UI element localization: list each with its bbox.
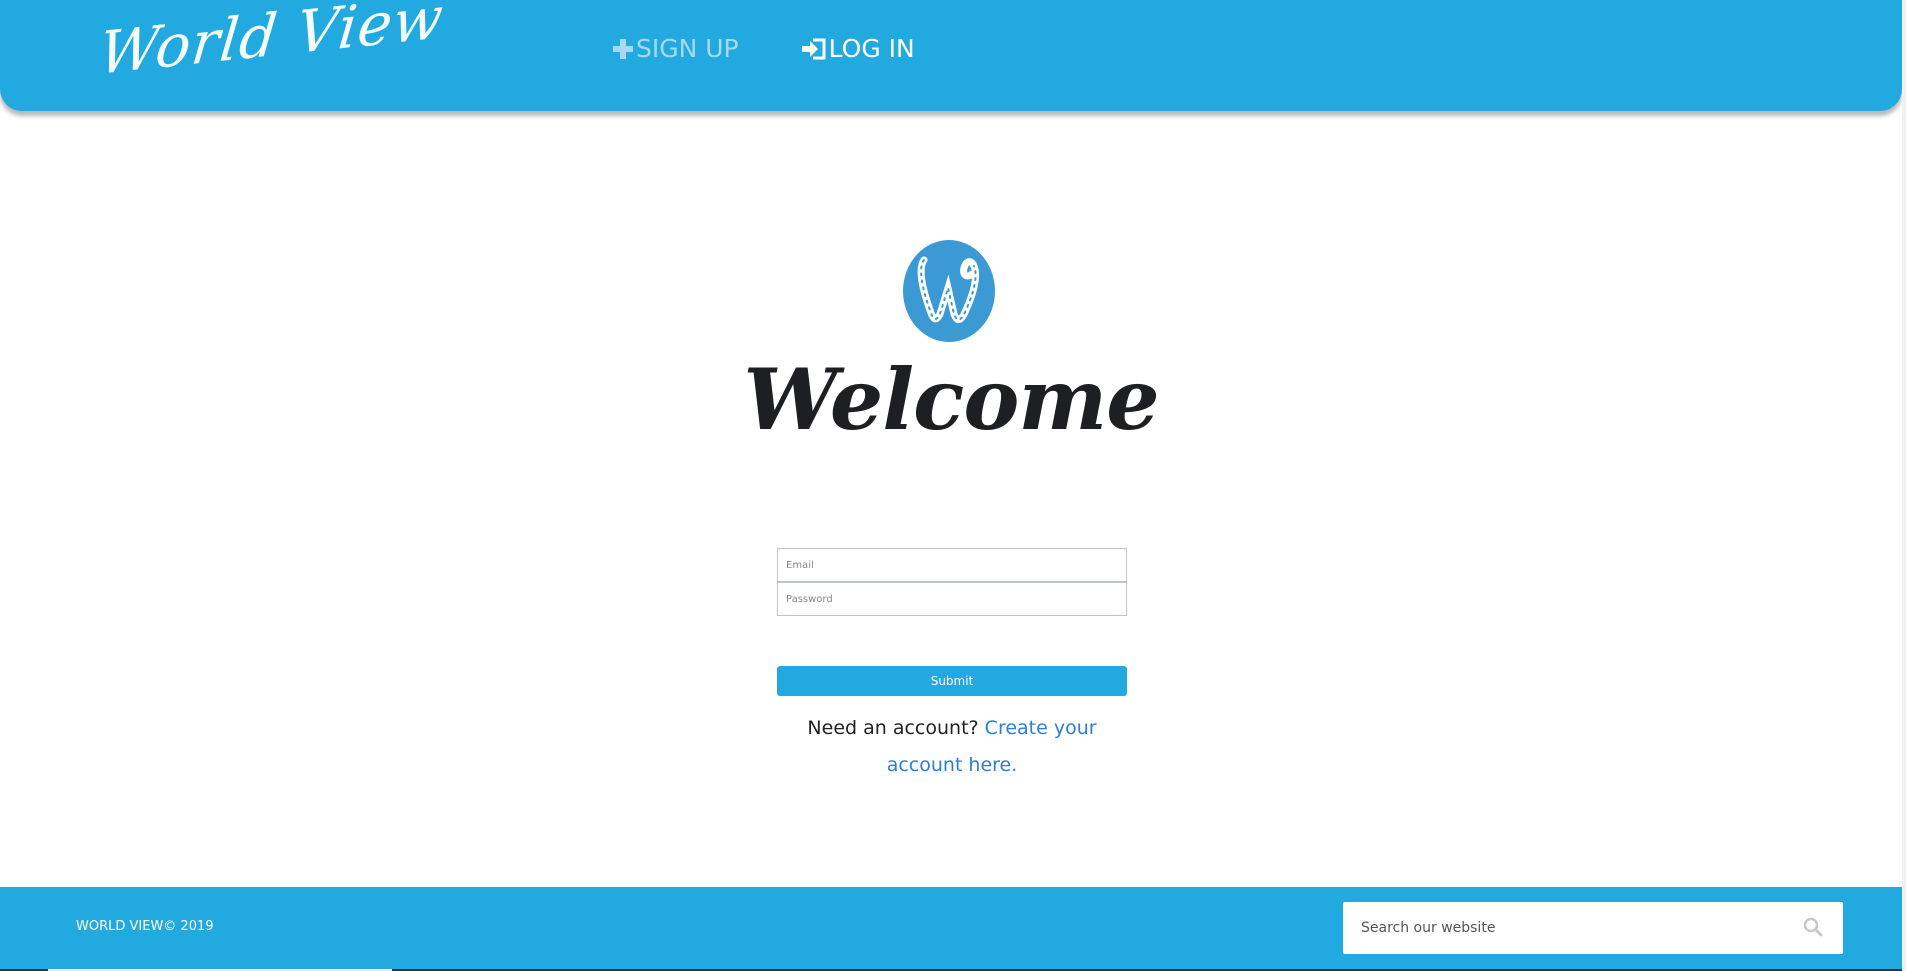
login-icon	[801, 38, 827, 60]
signup-label: SIGN UP	[636, 34, 739, 63]
plus-icon	[612, 38, 634, 60]
login-label: LOG IN	[828, 34, 915, 63]
password-field[interactable]	[777, 582, 1127, 616]
site-header: World View SIGN UP LOG IN	[0, 0, 1902, 111]
main-nav: SIGN UP LOG IN	[612, 34, 915, 63]
welcome-heading: Welcome	[743, 350, 1159, 449]
w-logo-icon	[917, 256, 980, 323]
submit-button[interactable]: Submit	[777, 666, 1127, 696]
search-input[interactable]	[1343, 902, 1783, 954]
site-footer: WORLD VIEW© 2019	[0, 887, 1902, 971]
search-icon	[1803, 917, 1823, 940]
brand-logo[interactable]: World View	[96, 0, 447, 94]
search-button[interactable]	[1801, 916, 1825, 940]
brand-wordmark: World View	[96, 0, 448, 88]
login-form	[777, 548, 1127, 616]
account-prompt: Need an account? Create your account her…	[777, 710, 1127, 784]
scrollbar-track[interactable]	[1902, 0, 1906, 971]
footer-search	[1343, 902, 1843, 954]
site-logo-badge	[903, 240, 995, 342]
copyright-text: WORLD VIEW© 2019	[76, 919, 214, 934]
email-field[interactable]	[777, 548, 1127, 582]
account-prompt-text: Need an account?	[807, 717, 979, 739]
login-link[interactable]: LOG IN	[801, 34, 915, 63]
signup-link[interactable]: SIGN UP	[612, 34, 739, 63]
